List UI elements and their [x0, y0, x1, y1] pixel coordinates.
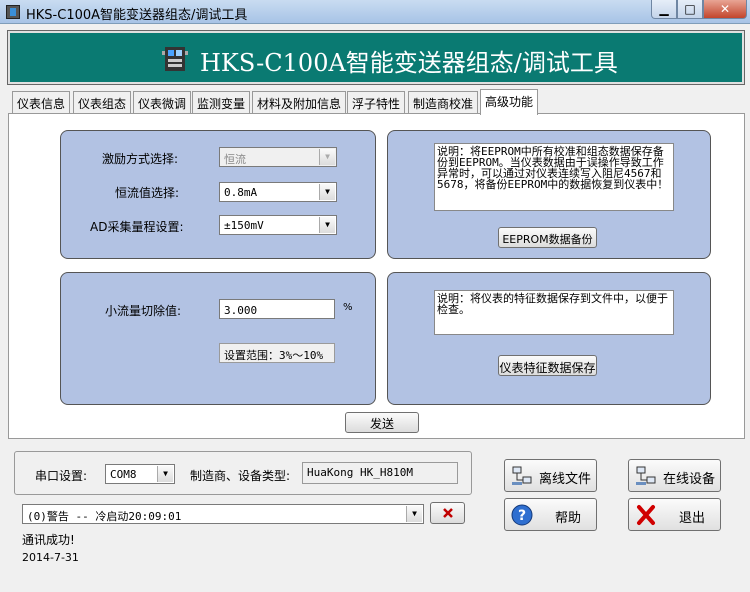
tab-instrument-config[interactable]: 仪表组态 [73, 91, 132, 114]
cutoff-range-text: 设置范围：3%～10% [219, 343, 335, 363]
help-icon: ? [511, 504, 533, 526]
minimize-button[interactable]: ▁ [651, 0, 677, 19]
ad-range-label: AD采集量程设置: [90, 220, 184, 234]
date-text: 2014-7-31 [22, 551, 79, 564]
log-select[interactable]: (0)警告 -- 冷启动20:09:01 ▼ [22, 504, 424, 524]
ad-range-select[interactable]: ±150mV ▼ [219, 215, 337, 235]
current-value-label: 恒流值选择: [115, 186, 180, 200]
exit-label: 退出 [679, 511, 706, 526]
cutoff-input[interactable]: 3.000 [219, 299, 335, 319]
tab-manufacturer-calibration[interactable]: 制造商校准 [408, 91, 479, 114]
clear-log-button[interactable] [430, 502, 465, 524]
eeprom-backup-description: 说明：将EEPROM中所有校准和组态数据保存备份到EEPROM。当仪表数据由于误… [434, 143, 674, 211]
offline-file-button[interactable]: 离线文件 [504, 459, 597, 492]
chevron-down-icon[interactable]: ▼ [319, 217, 335, 233]
tab-instrument-trim[interactable]: 仪表微调 [133, 91, 192, 114]
save-features-description: 说明：将仪表的特征数据保存到文件中，以便于检查。 [434, 290, 674, 335]
cutoff-label: 小流量切除值: [105, 304, 182, 318]
chevron-down-icon[interactable]: ▼ [319, 184, 335, 200]
maximize-button[interactable]: □ [677, 0, 703, 19]
banner-heading: HKS-C100A智能变送器组态/调试工具 [200, 49, 618, 77]
current-value-value: 0.8mA [224, 186, 258, 199]
ad-range-value: ±150mV [224, 219, 264, 232]
chevron-down-icon[interactable]: ▼ [406, 506, 422, 522]
red-x-icon [443, 508, 453, 518]
device-logo-icon [162, 47, 188, 71]
chevron-down-icon[interactable]: ▼ [157, 466, 173, 482]
app-icon [6, 5, 20, 19]
tab-float-characteristics[interactable]: 浮子特性 [347, 91, 406, 114]
help-button[interactable]: ? 帮助 [504, 498, 597, 531]
exit-button[interactable]: 退出 [628, 498, 721, 531]
excitation-mode-select: 恒流 ▼ [219, 147, 337, 167]
window-title: HKS-C100A智能变送器组态/调试工具 [26, 8, 248, 23]
excitation-mode-label: 激励方式选择: [102, 152, 179, 166]
network-computers-icon [636, 466, 656, 485]
online-device-button[interactable]: 在线设备 [628, 459, 721, 492]
tab-monitor-variables[interactable]: 监测变量 [192, 91, 251, 114]
exit-x-icon [637, 505, 655, 525]
close-button[interactable]: ✕ [703, 0, 747, 19]
svg-text:?: ? [518, 508, 526, 524]
offline-file-label: 离线文件 [539, 472, 592, 487]
tab-advanced[interactable]: 高级功能 [480, 89, 539, 115]
header-banner: HKS-C100A智能变送器组态/调试工具 [7, 30, 745, 85]
log-value: (0)警告 -- 冷启动20:09:01 [27, 510, 182, 523]
port-select[interactable]: COM8 ▼ [105, 464, 175, 484]
current-value-select[interactable]: 0.8mA ▼ [219, 182, 337, 202]
tab-materials[interactable]: 材料及附加信息 [252, 91, 347, 114]
cutoff-group [60, 272, 376, 405]
device-type-label: 制造商、设备类型: [190, 469, 291, 483]
save-features-button[interactable]: 仪表特征数据保存 [498, 355, 597, 376]
cutoff-unit: % [343, 302, 353, 313]
status-text: 通讯成功! [22, 533, 75, 547]
chevron-down-icon: ▼ [319, 149, 335, 165]
port-label: 串口设置: [35, 469, 88, 483]
excitation-mode-value: 恒流 [224, 153, 246, 166]
help-label: 帮助 [555, 511, 582, 526]
tab-instrument-info[interactable]: 仪表信息 [12, 91, 71, 114]
send-button[interactable]: 发送 [345, 412, 419, 433]
eeprom-backup-button[interactable]: EEPROM数据备份 [498, 227, 597, 248]
device-type-value: HuaKong HK_H810M [302, 462, 458, 484]
online-device-label: 在线设备 [663, 472, 716, 487]
title-bar: HKS-C100A智能变送器组态/调试工具 [0, 0, 750, 24]
network-computers-icon [512, 466, 532, 485]
port-value: COM8 [110, 468, 137, 481]
